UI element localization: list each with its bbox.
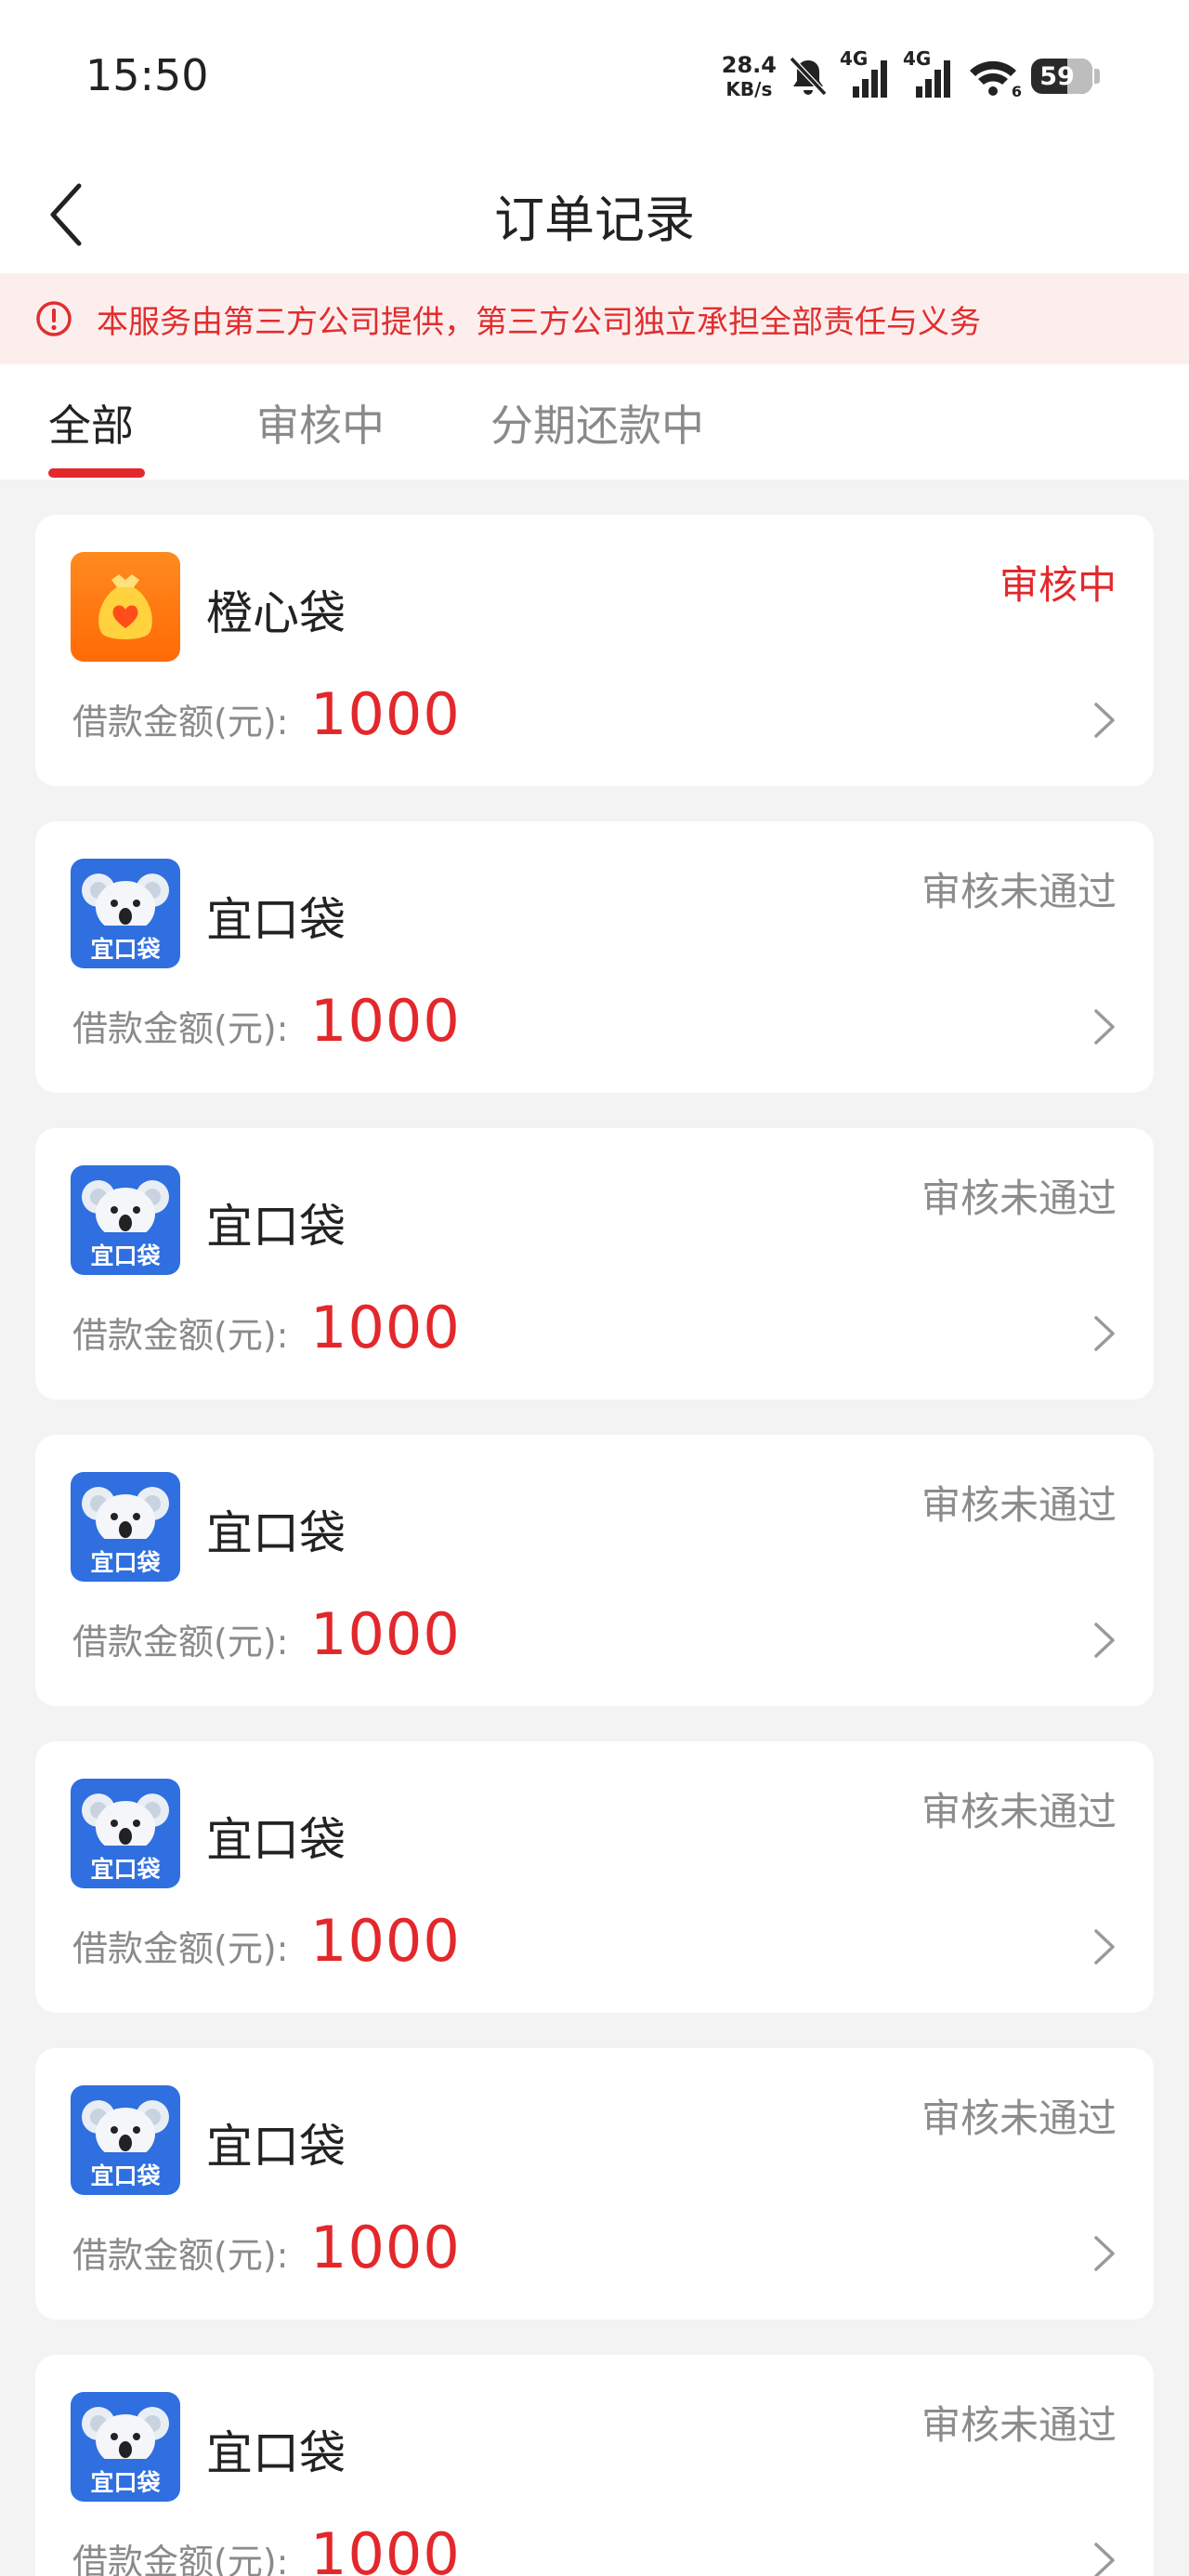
order-status: 审核未通过 bbox=[921, 2096, 1117, 2141]
product-name: 橙心袋 bbox=[206, 586, 346, 640]
amount-value: 1000 bbox=[310, 987, 461, 1055]
amount-label: 借款金额(元): bbox=[72, 702, 289, 743]
order-status: 审核中 bbox=[999, 562, 1117, 608]
back-button[interactable] bbox=[33, 175, 98, 255]
order-status: 审核未通过 bbox=[921, 1482, 1117, 1528]
tab-reviewing[interactable]: 审核中 bbox=[256, 392, 385, 453]
sim1-signal: 4G bbox=[840, 47, 892, 99]
order-card[interactable]: 宜口袋 宜口袋 审核未通过 借款金额(元): 1000 bbox=[35, 1741, 1154, 2013]
tab-installment[interactable]: 分期还款中 bbox=[490, 392, 704, 453]
network-speed-unit: KB/s bbox=[725, 78, 773, 100]
status-time: 15:50 bbox=[85, 50, 209, 100]
amount-label: 借款金额(元): bbox=[72, 2235, 289, 2276]
koala-logo: 宜口袋 bbox=[71, 859, 180, 968]
amount-value: 1000 bbox=[310, 1600, 461, 1668]
page-title: 订单记录 bbox=[494, 190, 695, 249]
order-card[interactable]: 橙心袋 审核中 借款金额(元): 1000 bbox=[35, 515, 1154, 786]
amount-label: 借款金额(元): bbox=[72, 2542, 289, 2576]
product-name: 宜口袋 bbox=[206, 1813, 346, 1867]
amount-value: 1000 bbox=[310, 2214, 461, 2281]
order-card[interactable]: 宜口袋 宜口袋 审核未通过 借款金额(元): 1000 bbox=[35, 1128, 1154, 1400]
amount-label: 借款金额(元): bbox=[72, 1928, 289, 1969]
order-card[interactable]: 宜口袋 宜口袋 审核未通过 借款金额(元): 1000 bbox=[35, 821, 1154, 1093]
chevron-left-icon bbox=[50, 183, 82, 246]
bell-muted-icon bbox=[789, 56, 828, 97]
nav-bar: 订单记录 bbox=[0, 156, 1189, 273]
amount-label: 借款金额(元): bbox=[72, 1008, 289, 1049]
amount-value: 1000 bbox=[310, 680, 461, 748]
signal-icon bbox=[916, 60, 950, 98]
chevron-right-icon bbox=[1094, 1929, 1115, 1965]
logo-caption: 宜口袋 bbox=[90, 936, 161, 963]
status-icons: 28.4 KB/s 4G 4G 6 59 bbox=[722, 47, 1100, 104]
order-card[interactable]: 宜口袋 宜口袋 审核未通过 借款金额(元): 1000 bbox=[35, 1435, 1154, 1706]
order-card[interactable]: 宜口袋 宜口袋 审核未通过 借款金额(元): 1000 bbox=[35, 2355, 1154, 2576]
koala-logo: 宜口袋 bbox=[71, 1779, 180, 1888]
product-name: 宜口袋 bbox=[206, 1200, 346, 1254]
product-name: 宜口袋 bbox=[206, 1506, 346, 1560]
sim2-signal: 4G bbox=[903, 47, 955, 99]
notice-text: 本服务由第三方公司提供，第三方公司独立承担全部责任与义务 bbox=[97, 303, 981, 341]
koala-logo: 宜口袋 bbox=[71, 1472, 180, 1582]
order-status: 审核未通过 bbox=[921, 869, 1117, 914]
product-name: 宜口袋 bbox=[206, 2426, 346, 2480]
battery-level: 59 bbox=[1039, 61, 1075, 91]
order-status: 审核未通过 bbox=[921, 1176, 1117, 1221]
status-bar: 15:50 28.4 KB/s 4G 4G 6 59 bbox=[0, 0, 1189, 156]
amount-label: 借款金额(元): bbox=[72, 1622, 289, 1663]
amount-label: 借款金额(元): bbox=[72, 1315, 289, 1356]
chevron-right-icon bbox=[1094, 1623, 1115, 1658]
wifi-sub-label: 6 bbox=[1011, 83, 1022, 100]
koala-logo: 宜口袋 bbox=[71, 2085, 180, 2195]
koala-logo: 宜口袋 bbox=[71, 1165, 180, 1275]
logo-caption: 宜口袋 bbox=[90, 1549, 161, 1576]
wifi-indicator: 6 bbox=[966, 56, 1022, 100]
tab-bar: 全部 审核中 分期还款中 bbox=[0, 364, 1189, 480]
logo-caption: 宜口袋 bbox=[90, 1242, 161, 1269]
amount-value: 1000 bbox=[310, 1907, 461, 1975]
product-name: 宜口袋 bbox=[206, 893, 346, 947]
alert-circle-icon bbox=[36, 301, 72, 336]
notice-banner: 本服务由第三方公司提供，第三方公司独立承担全部责任与义务 bbox=[0, 273, 1189, 364]
signal-icon bbox=[853, 60, 887, 98]
order-status: 审核未通过 bbox=[921, 1789, 1117, 1834]
tab-all[interactable]: 全部 bbox=[48, 392, 134, 453]
chevron-right-icon bbox=[1094, 1316, 1115, 1351]
network-speed-value: 28.4 bbox=[721, 52, 777, 78]
koala-logo: 宜口袋 bbox=[71, 2392, 180, 2502]
chevron-right-icon bbox=[1094, 1009, 1115, 1045]
amount-value: 1000 bbox=[310, 1294, 461, 1361]
product-name: 宜口袋 bbox=[206, 2120, 346, 2174]
network-speed: 28.4 KB/s bbox=[722, 54, 777, 99]
chevron-right-icon bbox=[1094, 2236, 1115, 2271]
order-status: 审核未通过 bbox=[921, 2402, 1117, 2448]
logo-caption: 宜口袋 bbox=[90, 1856, 161, 1883]
battery-icon: 59 bbox=[1031, 59, 1100, 94]
chevron-right-icon bbox=[1094, 2543, 1115, 2576]
amount-value: 1000 bbox=[310, 2520, 461, 2576]
tab-active-indicator bbox=[48, 468, 145, 478]
order-card[interactable]: 宜口袋 宜口袋 审核未通过 借款金额(元): 1000 bbox=[35, 2048, 1154, 2320]
logo-caption: 宜口袋 bbox=[90, 2469, 161, 2496]
chevron-right-icon bbox=[1094, 703, 1115, 738]
logo-caption: 宜口袋 bbox=[90, 2162, 161, 2189]
orange-bag-logo bbox=[71, 552, 180, 662]
